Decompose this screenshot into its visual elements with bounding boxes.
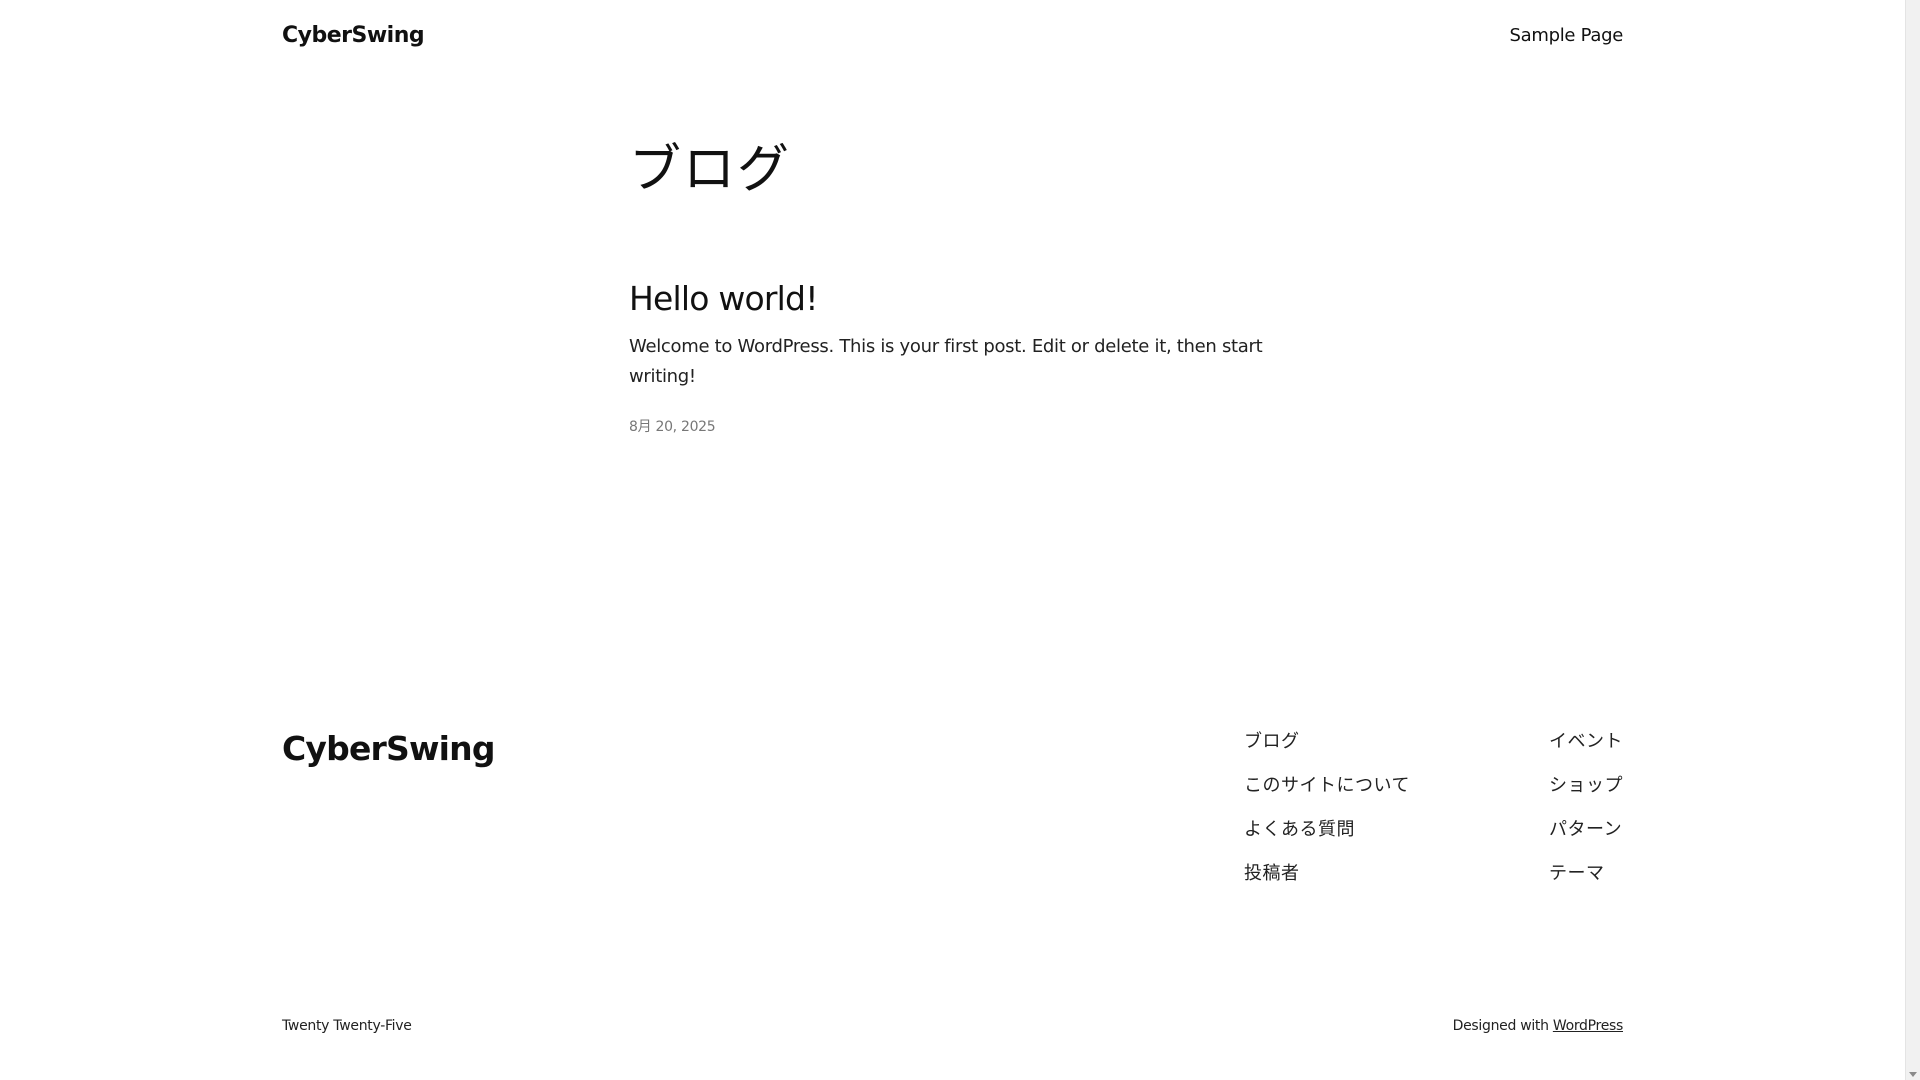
post-date: 8月 20, 2025 (629, 419, 716, 435)
primary-nav: Sample Page (1510, 25, 1624, 46)
site-header: CyberSwing Sample Page (282, 18, 1623, 52)
post-title-link[interactable]: Hello world! (629, 278, 818, 320)
footer-bottom: Twenty Twenty-Five Designed with WordPre… (282, 1018, 1623, 1034)
nav-item-sample-page[interactable]: Sample Page (1510, 25, 1624, 46)
credit: Designed with WordPress (1452, 1018, 1624, 1034)
site-title-link[interactable]: CyberSwing (282, 23, 425, 48)
credit-prefix: Designed with (1452, 1018, 1549, 1034)
post-item: Hello world! Welcome to WordPress. This … (629, 278, 1329, 436)
post-excerpt: Welcome to WordPress. This is your first… (629, 336, 1263, 387)
footer-link-about[interactable]: このサイトについて (1244, 775, 1410, 797)
main-content: ブログ Hello world! Welcome to WordPress. T… (629, 132, 1329, 436)
footer-link-events[interactable]: イベント (1549, 731, 1623, 753)
scroll-down-arrow-icon[interactable] (1909, 1072, 1917, 1077)
theme-name: Twenty Twenty-Five (282, 1018, 412, 1034)
page-title: ブログ (629, 140, 792, 200)
vertical-scrollbar[interactable] (1905, 0, 1920, 1080)
footer-link-blog[interactable]: ブログ (1244, 731, 1410, 753)
footer-site-title-link[interactable]: CyberSwing (282, 726, 496, 772)
footer-link-faq[interactable]: よくある質問 (1244, 819, 1410, 841)
footer-nav-column-2: イベント ショップ パターン テーマ (1549, 731, 1623, 907)
footer-link-patterns[interactable]: パターン (1549, 819, 1622, 841)
wordpress-credit-link[interactable]: WordPress (1553, 1018, 1623, 1034)
footer-nav-column-1: ブログ このサイトについて よくある質問 投稿者 (1244, 731, 1410, 907)
footer-link-shop[interactable]: ショップ (1549, 775, 1623, 797)
footer-link-themes[interactable]: テーマ (1549, 863, 1605, 885)
page: CyberSwing Sample Page ブログ Hello world! … (0, 0, 1920, 1080)
footer-link-authors[interactable]: 投稿者 (1244, 863, 1410, 885)
